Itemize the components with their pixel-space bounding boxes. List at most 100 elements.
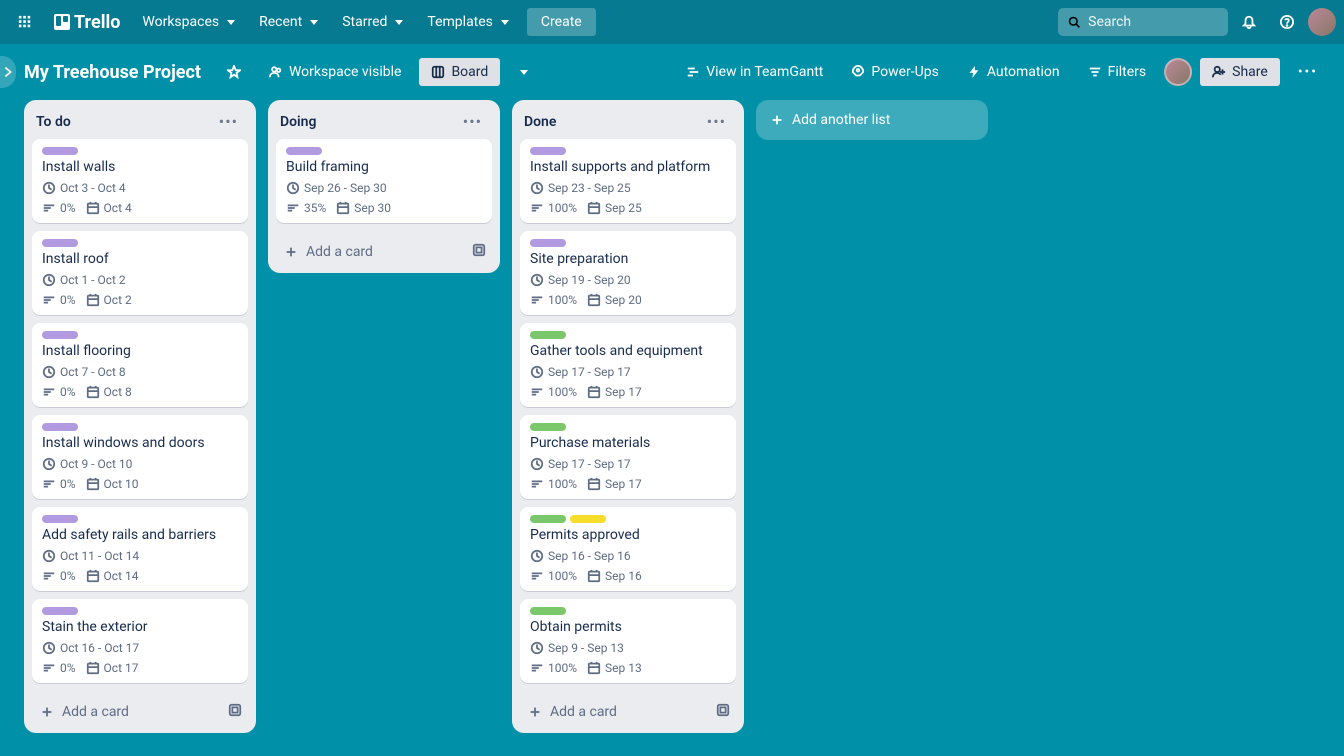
card[interactable]: Stain the exteriorOct 16 - Oct 170%Oct 1… [32, 599, 248, 683]
card-label[interactable] [530, 147, 566, 155]
board-member-avatar[interactable] [1164, 58, 1192, 86]
card-labels [530, 331, 726, 339]
list-menu-button[interactable]: ••• [701, 110, 732, 133]
card-labels [530, 239, 726, 247]
add-list-button[interactable]: Add another list [756, 100, 988, 140]
progress-icon [42, 477, 56, 491]
card[interactable]: Install wallsOct 3 - Oct 40%Oct 4 [32, 139, 248, 223]
create-button[interactable]: Create [527, 8, 596, 36]
automation-button[interactable]: Automation [957, 58, 1070, 86]
view-switcher-button[interactable] [508, 64, 538, 81]
board-title[interactable]: My Treehouse Project [16, 62, 209, 83]
card-title: Permits approved [530, 527, 726, 543]
view-in-teamgantt-button[interactable]: View in TeamGantt [676, 58, 833, 86]
card-badges: 35%Sep 30 [286, 201, 482, 215]
card-template-button[interactable] [224, 699, 246, 725]
notifications-button[interactable] [1232, 9, 1266, 35]
user-plus-icon [1212, 65, 1226, 79]
board-header: My Treehouse Project Workspace visible B… [0, 44, 1344, 100]
card-label[interactable] [42, 607, 78, 615]
help-button[interactable] [1270, 9, 1304, 35]
card[interactable]: Install windows and doorsOct 9 - Oct 100… [32, 415, 248, 499]
templates-menu[interactable]: Templates [417, 8, 519, 36]
plus-icon [40, 705, 54, 719]
card-title: Install supports and platform [530, 159, 726, 175]
card-title: Install windows and doors [42, 435, 238, 451]
date-badge: Sep 23 - Sep 25 [530, 181, 631, 195]
card-title: Install walls [42, 159, 238, 175]
card-label[interactable] [570, 515, 606, 523]
board-menu-button[interactable]: ••• [1288, 58, 1328, 86]
card-label[interactable] [286, 147, 322, 155]
date-badge: Oct 11 - Oct 14 [42, 549, 139, 563]
list-cards: Build framingSep 26 - Sep 3035%Sep 30 [268, 139, 500, 231]
chevron-down-icon [501, 20, 509, 25]
card[interactable]: Install roofOct 1 - Oct 20%Oct 2 [32, 231, 248, 315]
card-label[interactable] [530, 515, 566, 523]
list: Done ••• Install supports and platform Sep … [512, 100, 744, 733]
card-title: Install flooring [42, 343, 238, 359]
bolt-icon [967, 65, 981, 79]
card[interactable]: Install flooringOct 7 - Oct 80%Oct 8 [32, 323, 248, 407]
filters-button[interactable]: Filters [1078, 58, 1157, 86]
card[interactable]: Gather tools and equipmentSep 17 - Sep 1… [520, 323, 736, 407]
list-menu-button[interactable]: ••• [213, 110, 244, 133]
list-title[interactable]: To do [36, 114, 71, 130]
chevron-right-icon [1, 65, 15, 79]
starred-menu[interactable]: Starred [332, 8, 413, 36]
list-title[interactable]: Doing [280, 114, 316, 130]
card-label[interactable] [530, 607, 566, 615]
card-badges: 100%Sep 13 [530, 661, 726, 675]
recent-menu[interactable]: Recent [249, 8, 328, 36]
trello-logo[interactable]: Trello [46, 12, 128, 33]
workspaces-menu[interactable]: Workspaces [132, 8, 245, 36]
card-label[interactable] [42, 331, 78, 339]
calendar-icon [587, 569, 601, 583]
card-label[interactable] [42, 423, 78, 431]
card-label[interactable] [530, 423, 566, 431]
card[interactable]: Add safety rails and barriers Oct 11 - Oc… [32, 507, 248, 591]
card-label[interactable] [530, 331, 566, 339]
user-avatar[interactable] [1308, 8, 1336, 36]
calendar-icon [86, 385, 100, 399]
card-template-button[interactable] [712, 699, 734, 725]
card[interactable]: Site preparationSep 19 - Sep 20100%Sep 2… [520, 231, 736, 315]
template-icon [716, 703, 730, 717]
card-label[interactable] [42, 515, 78, 523]
search-input[interactable] [1088, 14, 1218, 30]
list: Doing ••• Build framingSep 26 - Sep 3035%S… [268, 100, 500, 273]
card-label[interactable] [530, 239, 566, 247]
board-view-button[interactable]: Board [419, 58, 500, 86]
share-button[interactable]: Share [1200, 58, 1280, 86]
list-cards: Install supports and platform Sep 23 - Se… [512, 139, 744, 691]
card-labels [42, 331, 238, 339]
add-card-button[interactable]: Add a card [522, 700, 712, 724]
card-labels [530, 423, 726, 431]
visibility-button[interactable]: Workspace visible [259, 58, 411, 86]
add-card-button[interactable]: Add a card [34, 700, 224, 724]
card-title: Add safety rails and barriers [42, 527, 238, 543]
due-badge: Oct 14 [86, 569, 139, 583]
plus-icon [528, 705, 542, 719]
card[interactable]: Permits approvedSep 16 - Sep 16100%Sep 1… [520, 507, 736, 591]
card-label[interactable] [42, 239, 78, 247]
card[interactable]: Build framingSep 26 - Sep 3035%Sep 30 [276, 139, 492, 223]
star-button[interactable] [217, 59, 251, 85]
list-menu-button[interactable]: ••• [457, 110, 488, 133]
chevron-down-icon [227, 20, 235, 25]
powerups-button[interactable]: Power-Ups [841, 58, 948, 86]
template-icon [472, 243, 486, 257]
card[interactable]: Purchase materialsSep 17 - Sep 17100%Sep… [520, 415, 736, 499]
card-labels [42, 239, 238, 247]
search-box[interactable] [1058, 8, 1228, 36]
card-labels [286, 147, 482, 155]
apps-menu-button[interactable] [8, 9, 42, 35]
date-badge: Oct 16 - Oct 17 [42, 641, 139, 655]
list-title[interactable]: Done [524, 114, 556, 130]
card-template-button[interactable] [468, 239, 490, 265]
card[interactable]: Obtain permitsSep 9 - Sep 13100%Sep 13 [520, 599, 736, 683]
card-label[interactable] [42, 147, 78, 155]
progress-badge: 35% [286, 201, 326, 215]
add-card-button[interactable]: Add a card [278, 240, 468, 264]
card[interactable]: Install supports and platform Sep 23 - Se… [520, 139, 736, 223]
